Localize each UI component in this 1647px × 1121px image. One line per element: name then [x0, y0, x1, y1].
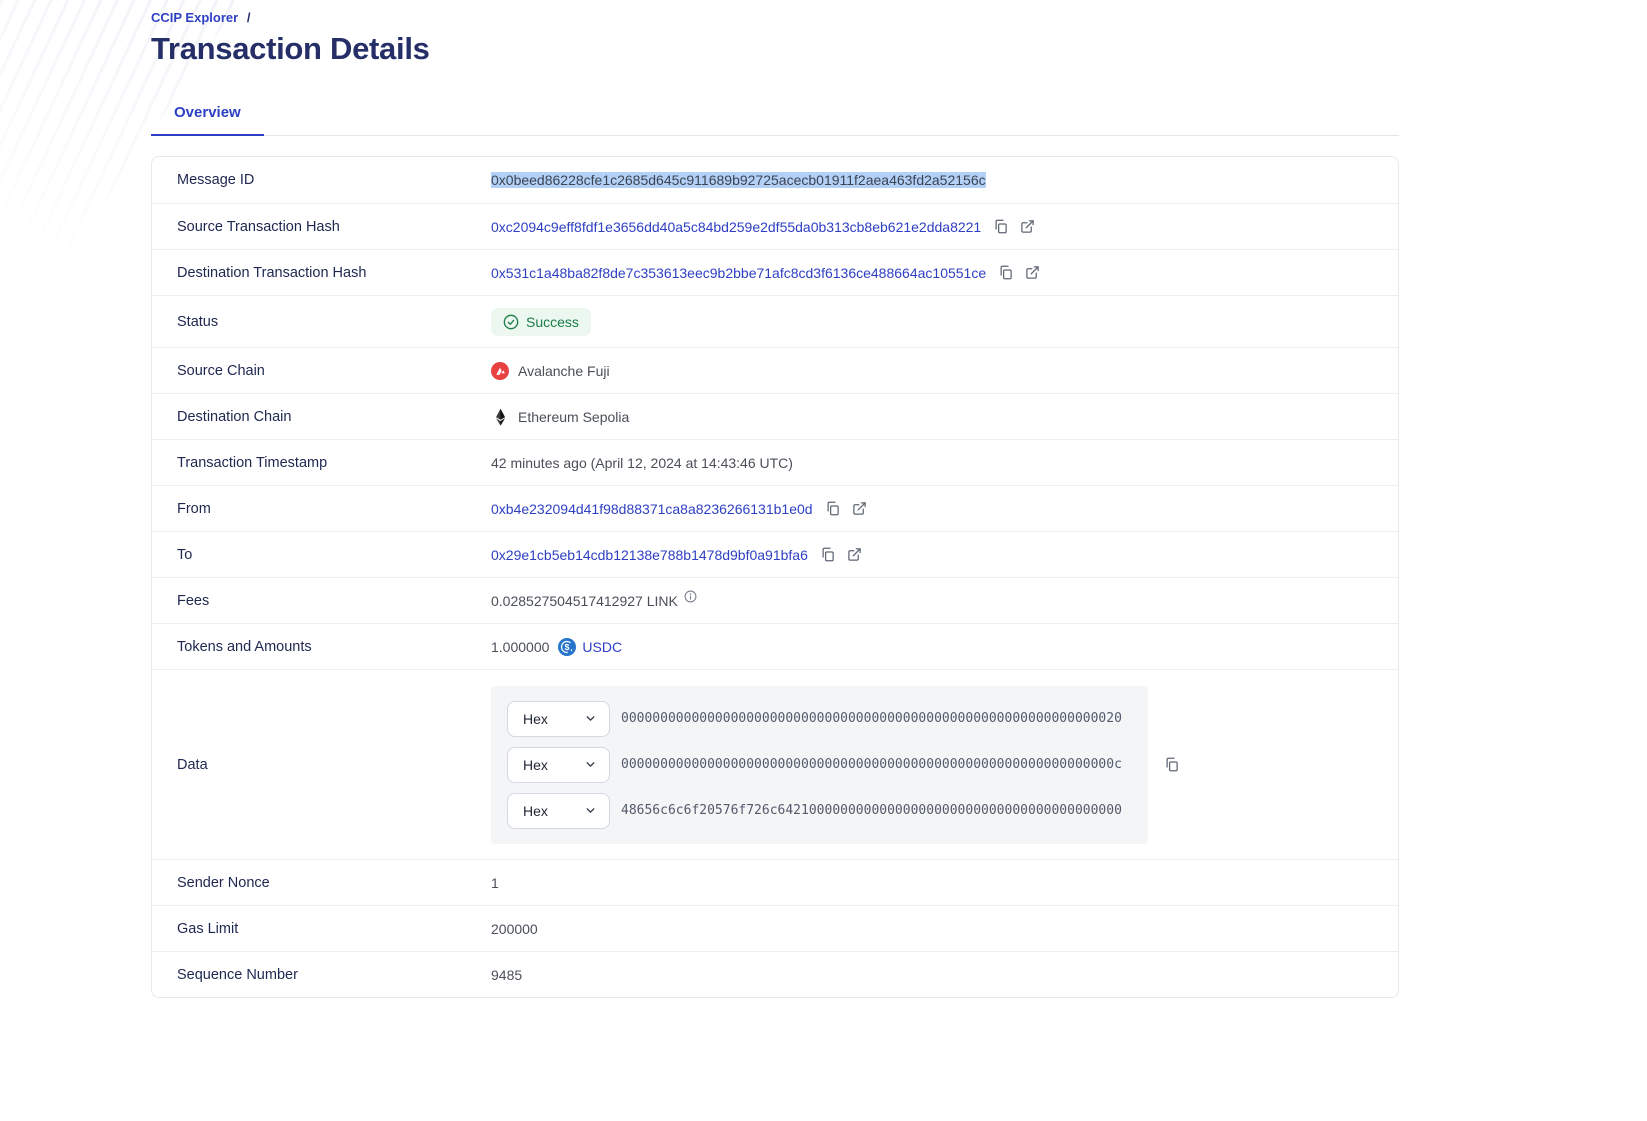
copy-dest-tx-button[interactable] [998, 265, 1013, 280]
copy-to-button[interactable] [820, 547, 835, 562]
transaction-details-page: CCIP Explorer / Transaction Details Over… [151, 0, 1399, 998]
status-badge: Success [491, 308, 591, 336]
message-id-label: Message ID [177, 172, 491, 188]
data-line-2: Hex 000000000000000000000000000000000000… [507, 747, 1148, 783]
source-tx-hash-link[interactable]: 0xc2094c9eff8fdf1e3656dd40a5c84bd259e2df… [491, 219, 981, 235]
data-hex-value-3: 48656c6c6f20576f726c64210000000000000000… [621, 803, 1122, 818]
source-chain-value: Avalanche Fuji [518, 363, 610, 379]
copy-icon [998, 265, 1013, 280]
open-dest-tx-button[interactable] [1025, 265, 1040, 280]
tokens-label: Tokens and Amounts [177, 639, 491, 655]
message-id-value: 0x0beed86228cfe1c2685d645c911689b92725ac… [491, 172, 986, 188]
row-to: To 0x29e1cb5eb14cdb12138e788b1478d9bf0a9… [152, 531, 1398, 577]
sender-nonce-value: 1 [491, 875, 499, 891]
sequence-number-label: Sequence Number [177, 967, 491, 983]
chevron-down-icon [584, 758, 597, 771]
chevron-down-icon [584, 712, 597, 725]
to-label: To [177, 547, 491, 563]
data-format-value: Hex [523, 757, 548, 773]
timestamp-value: 42 minutes ago (April 12, 2024 at 14:43:… [491, 455, 793, 471]
row-fees: Fees 0.028527504517412927 LINK [152, 577, 1398, 623]
breadcrumb-ccip-explorer-link[interactable]: CCIP Explorer [151, 10, 238, 25]
data-hex-value-2: 0000000000000000000000000000000000000000… [621, 757, 1122, 772]
transaction-details-card: Message ID 0x0beed86228cfe1c2685d645c911… [151, 156, 1399, 998]
row-tokens: Tokens and Amounts 1.000000 $ USDC [152, 623, 1398, 669]
tab-overview[interactable]: Overview [151, 104, 264, 136]
sender-nonce-label: Sender Nonce [177, 875, 491, 891]
source-chain-label: Source Chain [177, 363, 491, 379]
status-label: Status [177, 314, 491, 330]
data-format-select-3[interactable]: Hex [507, 793, 610, 829]
to-address-link[interactable]: 0x29e1cb5eb14cdb12138e788b1478d9bf0a91bf… [491, 547, 808, 563]
data-format-select-1[interactable]: Hex [507, 701, 610, 737]
copy-icon [820, 547, 835, 562]
dest-tx-hash-link[interactable]: 0x531c1a48ba82f8de7c353613eec9b2bbe71afc… [491, 265, 986, 281]
gas-limit-label: Gas Limit [177, 921, 491, 937]
row-gas-limit: Gas Limit 200000 [152, 905, 1398, 951]
row-source-tx-hash: Source Transaction Hash 0xc2094c9eff8fdf… [152, 203, 1398, 249]
copy-data-button[interactable] [1164, 757, 1179, 772]
data-label: Data [177, 757, 491, 773]
external-link-icon [852, 501, 867, 516]
data-format-value: Hex [523, 711, 548, 727]
copy-icon [993, 219, 1008, 234]
page-title: Transaction Details [151, 31, 1399, 67]
row-from: From 0xb4e232094d41f98d88371ca8a82362661… [152, 485, 1398, 531]
svg-text:$: $ [565, 642, 570, 652]
fees-value: 0.028527504517412927 LINK [491, 593, 678, 609]
status-value: Success [526, 314, 579, 330]
row-status: Status Success [152, 295, 1398, 347]
row-sender-nonce: Sender Nonce 1 [152, 859, 1398, 905]
gas-limit-value: 200000 [491, 921, 538, 937]
tab-bar: Overview [151, 104, 1399, 136]
row-dest-chain: Destination Chain Ethereum Sepolia [152, 393, 1398, 439]
breadcrumb-separator: / [247, 10, 251, 25]
breadcrumb: CCIP Explorer / [151, 0, 1399, 25]
row-dest-tx-hash: Destination Transaction Hash 0x531c1a48b… [152, 249, 1398, 295]
check-circle-icon [503, 314, 519, 330]
data-line-1: Hex 000000000000000000000000000000000000… [507, 701, 1148, 737]
data-format-select-2[interactable]: Hex [507, 747, 610, 783]
open-source-tx-button[interactable] [1020, 219, 1035, 234]
timestamp-label: Transaction Timestamp [177, 455, 491, 471]
avalanche-logo-icon [491, 362, 509, 380]
external-link-icon [1020, 219, 1035, 234]
dest-chain-value: Ethereum Sepolia [518, 409, 629, 425]
fees-label: Fees [177, 593, 491, 609]
row-timestamp: Transaction Timestamp 42 minutes ago (Ap… [152, 439, 1398, 485]
token-amount: 1.000000 [491, 639, 549, 655]
sequence-number-value: 9485 [491, 967, 522, 983]
row-source-chain: Source Chain Avalanche Fuji [152, 347, 1398, 393]
open-to-button[interactable] [847, 547, 862, 562]
data-hex-value-1: 0000000000000000000000000000000000000000… [621, 711, 1122, 726]
external-link-icon [1025, 265, 1040, 280]
open-from-button[interactable] [852, 501, 867, 516]
usdc-logo-icon: $ [558, 638, 576, 656]
row-sequence-number: Sequence Number 9485 [152, 951, 1398, 997]
row-data: Data Hex 0000000000000000000000000000000… [152, 669, 1398, 859]
copy-from-button[interactable] [825, 501, 840, 516]
token-symbol-link[interactable]: USDC [582, 639, 622, 655]
row-message-id: Message ID 0x0beed86228cfe1c2685d645c911… [152, 157, 1398, 203]
data-hex-panel: Hex 000000000000000000000000000000000000… [491, 686, 1148, 844]
external-link-icon [847, 547, 862, 562]
from-address-link[interactable]: 0xb4e232094d41f98d88371ca8a8236266131b1e… [491, 501, 813, 517]
data-line-3: Hex 48656c6c6f20576f726c6421000000000000… [507, 793, 1148, 829]
source-tx-hash-label: Source Transaction Hash [177, 219, 491, 235]
copy-source-tx-button[interactable] [993, 219, 1008, 234]
chevron-down-icon [584, 804, 597, 817]
dest-chain-label: Destination Chain [177, 409, 491, 425]
dest-tx-hash-label: Destination Transaction Hash [177, 265, 491, 281]
copy-icon [825, 501, 840, 516]
ethereum-logo-icon [491, 408, 509, 426]
copy-icon [1164, 757, 1179, 772]
data-format-value: Hex [523, 803, 548, 819]
from-label: From [177, 501, 491, 517]
info-icon[interactable] [684, 590, 697, 603]
